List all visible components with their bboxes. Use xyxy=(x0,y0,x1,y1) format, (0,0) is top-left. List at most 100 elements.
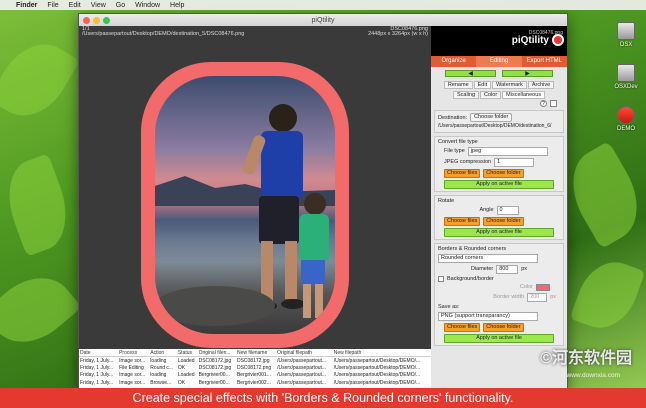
borders-apply-button[interactable]: Apply on active file xyxy=(444,333,554,343)
trash-icon[interactable] xyxy=(550,100,557,107)
subtab-scaling[interactable]: Scaling xyxy=(452,91,480,99)
menu-go[interactable]: Go xyxy=(116,2,125,9)
subtab-watermark[interactable]: Watermark xyxy=(492,81,527,89)
col-original-filepath[interactable]: Original filepath xyxy=(276,349,333,357)
table-row[interactable]: Friday, 1 July... Image sor... loading L… xyxy=(79,372,431,380)
convert-section: Convert file type File type jpeg JPEG co… xyxy=(434,135,564,192)
table-cell: DSC08172.png xyxy=(236,364,272,371)
jpeg-compression-label: JPEG compression xyxy=(444,159,492,165)
log-header-row: Date Process Action Status Original file… xyxy=(79,349,431,357)
subtab-archive[interactable]: Archive xyxy=(527,81,555,89)
table-cell: /Users/passepartout/Desktop/DEMO/... xyxy=(333,364,421,371)
convert-choose-folder-button[interactable]: Choose folder xyxy=(483,168,524,178)
desktop-drive-osx[interactable]: OSX xyxy=(614,22,638,48)
desktop-app-demo[interactable]: DEMO xyxy=(614,106,638,132)
subtab-color[interactable]: Color xyxy=(480,91,502,99)
leaf-decoration xyxy=(0,261,82,359)
menu-view[interactable]: View xyxy=(91,2,106,9)
app-logo: piQtility xyxy=(511,35,549,46)
log-table: Date Process Action Status Original file… xyxy=(79,349,431,387)
destination-choose-folder-button[interactable]: Choose folder xyxy=(470,113,513,122)
edit-subtabs: Rename Edit Watermark Archive xyxy=(431,80,567,90)
borders-choose-files-button[interactable]: Choose files xyxy=(444,322,481,332)
desktop-drive-osxdev[interactable]: OSXDev xyxy=(614,64,638,90)
table-cell: Bergrivier002... xyxy=(236,379,271,386)
diameter-input[interactable]: 800 xyxy=(496,264,519,274)
table-cell: Loaded xyxy=(177,357,195,364)
logo-bar: DSC08476.png piQtility xyxy=(431,26,567,56)
menu-app-name[interactable]: Finder xyxy=(16,2,37,9)
rotate-apply-button[interactable]: Apply on active file xyxy=(444,227,554,237)
table-cell: /Users/passepartout/Desktop/DEMO/... xyxy=(333,379,421,386)
borders-heading: Borders & Rounded corners xyxy=(438,245,507,252)
table-cell: Browse... xyxy=(150,379,172,386)
border-color-swatch[interactable] xyxy=(536,283,550,291)
menu-edit[interactable]: Edit xyxy=(69,2,81,9)
logo-icon xyxy=(552,34,564,46)
col-date[interactable]: Date xyxy=(79,349,119,357)
children-silhouette xyxy=(155,104,335,326)
table-row[interactable]: Friday, 1 July... Image sor... loading L… xyxy=(79,357,431,365)
col-original-filename[interactable]: Original filen... xyxy=(197,349,236,357)
table-cell: Friday, 1 July... xyxy=(80,372,114,379)
table-cell: Image sor... xyxy=(119,379,146,386)
save-format-select[interactable]: PNG (support transparancy) xyxy=(438,311,538,321)
table-cell: /Users/passepartout... xyxy=(277,364,327,371)
angle-input[interactable]: 0 xyxy=(496,205,519,215)
help-icon[interactable]: ? xyxy=(540,100,547,107)
borders-choose-folder-button[interactable]: Choose folder xyxy=(483,322,524,332)
rotate-choose-folder-button[interactable]: Choose folder xyxy=(483,216,524,226)
angle-label: Angle xyxy=(479,207,494,213)
desktop-icon-label: DEMO xyxy=(617,126,635,132)
table-cell: Friday, 1 July... xyxy=(80,357,114,364)
col-new-filename[interactable]: New filename xyxy=(235,349,277,357)
menu-file[interactable]: File xyxy=(47,2,58,9)
table-row[interactable]: Friday, 1 July... Image sor... Browse...… xyxy=(79,379,431,387)
menu-help[interactable]: Help xyxy=(170,2,184,9)
border-width-input[interactable]: 200 xyxy=(527,292,548,302)
background-border-checkbox[interactable] xyxy=(438,275,444,282)
subtab-rename[interactable]: Rename xyxy=(443,81,473,89)
table-cell: Round c... xyxy=(150,364,174,371)
destination-label: Destination: xyxy=(438,114,468,121)
tab-editing[interactable]: Editing xyxy=(476,56,522,67)
table-cell: Image sor... xyxy=(119,357,146,364)
drive-icon xyxy=(617,64,635,82)
table-cell: Bergrivier001... xyxy=(236,372,271,379)
image-dimensions: 2448px x 3264px (w x h) xyxy=(368,31,428,37)
borders-section: Borders & Rounded corners Rounded corner… xyxy=(434,242,564,346)
jpeg-compression-select[interactable]: 1 xyxy=(494,157,535,167)
table-cell: loading xyxy=(150,372,167,379)
leaf-decoration xyxy=(0,30,80,130)
col-new-filepath[interactable]: New filepath xyxy=(332,349,431,357)
rotate-choose-files-button[interactable]: Choose files xyxy=(444,216,481,226)
tab-organize[interactable]: Organize xyxy=(431,56,476,67)
convert-apply-button[interactable]: Apply on active file xyxy=(444,179,554,189)
tab-export-html[interactable]: Export HTML xyxy=(522,56,567,67)
subtab-miscellaneous[interactable]: Miscellaneous xyxy=(502,91,546,99)
col-status[interactable]: Status xyxy=(176,349,198,357)
next-arrow-icon[interactable]: ▶ xyxy=(502,70,553,77)
color-label: Color xyxy=(519,284,533,290)
table-cell: Loaded xyxy=(177,372,195,379)
destination-section: Destination: Choose folder /Users/passep… xyxy=(434,110,564,133)
col-action[interactable]: Action xyxy=(149,349,177,357)
col-process[interactable]: Process xyxy=(118,349,150,357)
table-cell: /Users/passepartout... xyxy=(277,357,327,364)
title-bar: piQtility xyxy=(79,14,567,26)
convert-choose-files-button[interactable]: Choose files xyxy=(444,168,481,178)
table-cell: OK xyxy=(177,364,186,371)
table-cell: Friday, 1 July... xyxy=(80,379,114,386)
convert-heading: Convert file type xyxy=(438,138,478,145)
preview-photo xyxy=(155,76,335,334)
table-cell: DSC08172.jpg xyxy=(236,357,270,364)
edit-subtabs-secondary: Scaling Color Miscellaneous xyxy=(431,90,567,100)
table-cell: /Users/passepartout... xyxy=(277,372,327,379)
filetype-select[interactable]: jpeg xyxy=(467,146,548,156)
menu-window[interactable]: Window xyxy=(135,2,160,9)
subtab-edit[interactable]: Edit xyxy=(473,81,492,89)
navigation-arrows: ◀ ▶ xyxy=(431,67,567,80)
previous-arrow-icon[interactable]: ◀ xyxy=(445,70,496,77)
border-mode-select[interactable]: Rounded corners xyxy=(438,253,538,263)
table-row[interactable]: Friday, 1 July... File Editing Round c..… xyxy=(79,364,431,372)
